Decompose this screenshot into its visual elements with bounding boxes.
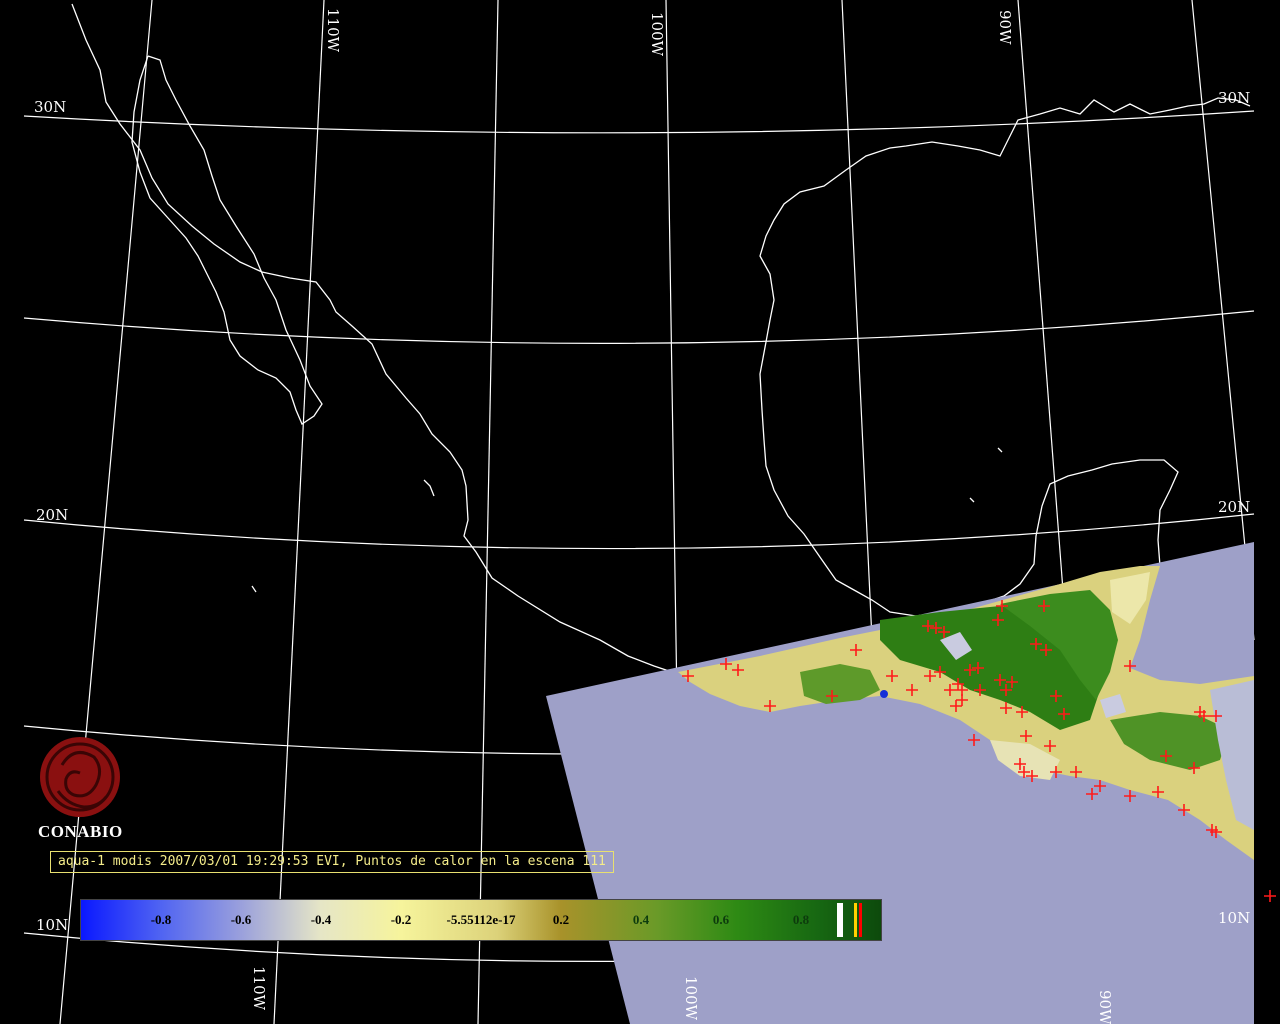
scene-caption: aqua-1 modis 2007/03/01 19:29:53 EVI, Pu… — [50, 851, 614, 873]
lon-label-90w-top: 90W — [996, 10, 1014, 45]
latitude-line-25n — [23, 310, 1255, 344]
lat-label-10n-right: 10N — [1218, 909, 1250, 927]
colorbar-stripe-white — [837, 903, 843, 937]
lon-label-110w-bottom: 110W — [250, 966, 268, 1011]
islands-1 — [251, 447, 1003, 593]
colorbar-tick: 0.4 — [632, 912, 650, 927]
colorbar-tick: -5.55112e-17 — [446, 912, 516, 927]
colorbar-tick: 0.2 — [552, 912, 570, 927]
colorbar-tick: -0.8 — [150, 912, 172, 927]
logo-name: CONABIO — [38, 822, 123, 841]
lat-label-20n-right: 20N — [1218, 498, 1250, 516]
hotspot-marker — [1264, 890, 1276, 902]
latitude-line-30n — [23, 110, 1255, 134]
colorbar-stripe-red — [859, 903, 862, 937]
colorbar-tick: -0.6 — [230, 912, 252, 927]
lat-label-30n-left: 30N — [34, 98, 66, 116]
colorbar-tick: -0.4 — [310, 912, 332, 927]
lat-label-20n-left: 20N — [36, 506, 68, 524]
colorbar-tick: -0.2 — [390, 912, 412, 927]
mainland-pacific-coast — [71, 3, 673, 673]
lon-label-100w-bottom: 100W — [682, 976, 700, 1021]
lon-label-110w-top: 110W — [324, 8, 342, 53]
lon-label-90w-bottom: 90W — [1096, 990, 1114, 1024]
water-body — [880, 690, 888, 698]
latitude-line-20n — [23, 513, 1255, 550]
baja-california — [131, 55, 323, 425]
lat-label-10n-left: 10N — [36, 916, 68, 934]
colorbar-stripe-yellow — [854, 903, 857, 937]
coastline — [71, 3, 1251, 673]
gulf-coast — [759, 97, 1251, 617]
colorbar-tick: 0.8 — [792, 912, 810, 927]
colorbar-tick: 0.6 — [712, 912, 730, 927]
evi-colorbar: -0.8 -0.6 -0.4 -0.2 -5.55112e-17 0.2 0.4… — [80, 899, 882, 941]
lon-label-100w-top: 100W — [648, 12, 666, 57]
lat-label-30n-right: 30N — [1218, 89, 1250, 107]
